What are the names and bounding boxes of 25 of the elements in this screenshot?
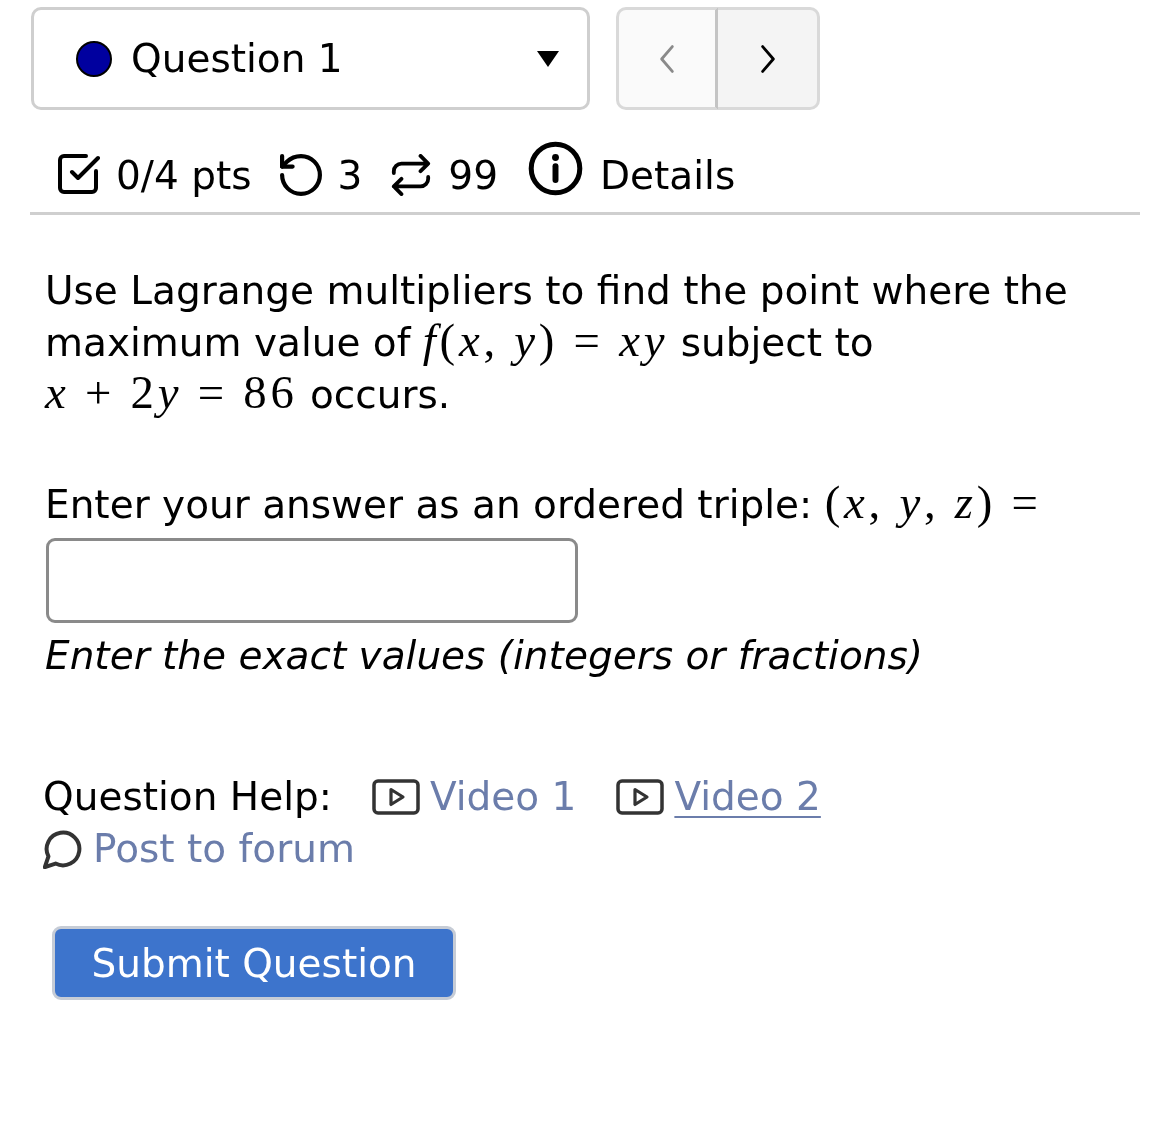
chevron-left-icon: [659, 43, 675, 74]
circular-arrow-icon: [279, 154, 322, 196]
video-link[interactable]: Video 1: [371, 771, 577, 823]
question-selector[interactable]: Question 1: [31, 7, 590, 110]
details-button[interactable]: Details: [528, 140, 736, 210]
answer-hint: Enter the exact values (integers or fractions): [45, 632, 924, 680]
video-link[interactable]: Video 2: [616, 771, 821, 823]
speech-bubble-icon: [43, 829, 83, 869]
check-square-icon: [58, 154, 100, 196]
chevron-right-icon: [759, 43, 776, 74]
score-text: 0/4 pts: [116, 152, 252, 198]
submissions-count: 99: [448, 152, 498, 198]
caret-icon: [537, 50, 559, 67]
answer-field[interactable]: [46, 538, 578, 623]
next-button[interactable]: [718, 7, 820, 110]
forum-link[interactable]: Post to forum: [43, 823, 355, 875]
submit-button[interactable]: Submit Question: [52, 926, 456, 1000]
video-icon: [371, 779, 420, 815]
question-help-label: Question Help:: [43, 773, 332, 821]
info-icon: [528, 140, 583, 196]
video-icon: [616, 779, 665, 815]
attempts-count: 3: [337, 152, 363, 198]
answer-prompt: Enter your answer as an ordered triple: (x, y, z) =: [45, 479, 1043, 530]
repeat-icon: [390, 154, 433, 196]
question-text: Use Lagrange multipliers to find the point where the maximum value of f(x, y) = xy subject to x + 2y = 86 occurs.: [45, 267, 1069, 420]
